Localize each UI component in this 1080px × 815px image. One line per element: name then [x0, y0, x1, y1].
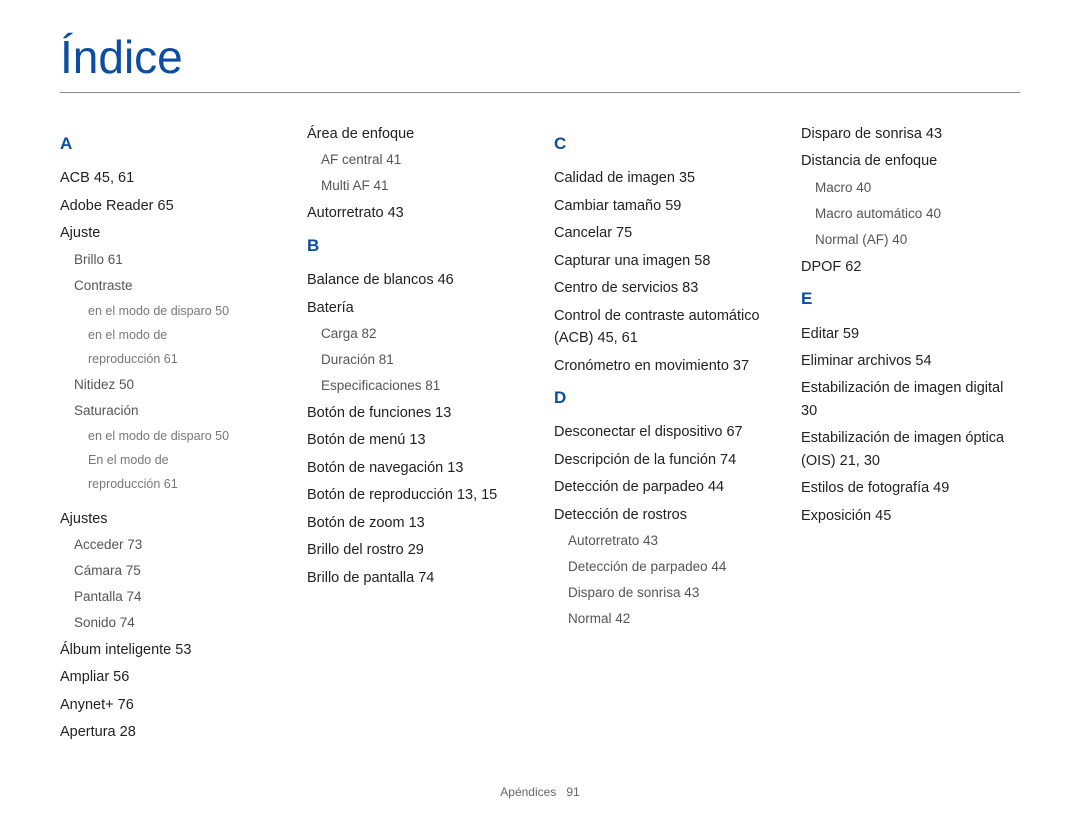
index-subsubentry: reproducción 61 — [88, 475, 279, 494]
index-entry: DPOF 62 — [801, 256, 1020, 278]
index-subsubentry: en el modo de disparo 50 — [88, 427, 279, 446]
index-entry: Estilos de fotografía 49 — [801, 477, 1020, 499]
index-columns: A ACB 45, 61 Adobe Reader 65 Ajuste Brillo 6… — [60, 123, 1020, 749]
page-footer: Apéndices 91 — [0, 785, 1080, 799]
index-subentry: AF central 41 — [321, 150, 526, 171]
index-subentry: Normal 42 — [568, 609, 773, 630]
index-entry: Ajuste — [60, 222, 279, 244]
index-subsubentry: en el modo de disparo 50 — [88, 302, 279, 321]
index-subentry: Acceder 73 — [74, 535, 279, 556]
index-entry: Batería — [307, 297, 526, 319]
footer-page: 91 — [566, 785, 579, 799]
index-entry: Apertura 28 — [60, 721, 279, 743]
section-letter: E — [801, 286, 1020, 312]
index-entry: ACB 45, 61 — [60, 167, 279, 189]
index-subentry: Nitidez 50 — [74, 375, 279, 396]
index-entry: Editar 59 — [801, 323, 1020, 345]
index-subentry: Duración 81 — [321, 350, 526, 371]
index-subentry: Carga 82 — [321, 324, 526, 345]
index-entry: Exposición 45 — [801, 505, 1020, 527]
index-entry: Botón de zoom 13 — [307, 512, 526, 534]
index-entry: Cancelar 75 — [554, 222, 773, 244]
index-col-4: Disparo de sonrisa 43 Distancia de enfoqu… — [801, 123, 1020, 749]
index-entry: Capturar una imagen 58 — [554, 250, 773, 272]
index-entry: Disparo de sonrisa 43 — [801, 123, 1020, 145]
index-entry: Botón de reproducción 13, 15 — [307, 484, 526, 506]
index-entry: Calidad de imagen 35 — [554, 167, 773, 189]
index-entry: Cronómetro en movimiento 37 — [554, 355, 773, 377]
index-subentry: Macro automático 40 — [815, 204, 1020, 225]
index-entry: Anynet+ 76 — [60, 694, 279, 716]
index-entry: Eliminar archivos 54 — [801, 350, 1020, 372]
index-entry: Detección de rostros — [554, 504, 773, 526]
index-subentry: Contraste — [74, 276, 279, 297]
index-col-2: Área de enfoque AF central 41 Multi AF 41 A… — [307, 123, 526, 749]
index-subentry: Disparo de sonrisa 43 — [568, 583, 773, 604]
index-entry: Autorretrato 43 — [307, 202, 526, 224]
section-letter: C — [554, 131, 773, 157]
index-subentry: Multi AF 41 — [321, 176, 526, 197]
section-letter: B — [307, 233, 526, 259]
index-subentry: Pantalla 74 — [74, 587, 279, 608]
index-entry: Brillo de pantalla 74 — [307, 567, 526, 589]
index-subentry: Cámara 75 — [74, 561, 279, 582]
index-entry: Desconectar el dispositivo 67 — [554, 421, 773, 443]
section-letter: D — [554, 385, 773, 411]
index-entry: Ampliar 56 — [60, 666, 279, 688]
index-entry: Cambiar tamaño 59 — [554, 195, 773, 217]
index-entry: Detección de parpadeo 44 — [554, 476, 773, 498]
index-col-1: A ACB 45, 61 Adobe Reader 65 Ajuste Brillo 6… — [60, 123, 279, 749]
index-entry: Control de contraste automático (ACB) 45… — [554, 305, 773, 350]
index-subsubentry: reproducción 61 — [88, 350, 279, 369]
spacer — [60, 500, 279, 508]
index-entry: Botón de menú 13 — [307, 429, 526, 451]
index-entry: Balance de blancos 46 — [307, 269, 526, 291]
title-rule — [60, 92, 1020, 93]
footer-section: Apéndices — [500, 785, 556, 799]
index-subentry: Autorretrato 43 — [568, 531, 773, 552]
section-letter: A — [60, 131, 279, 157]
index-subsubentry: en el modo de — [88, 326, 279, 345]
index-entry: Botón de navegación 13 — [307, 457, 526, 479]
index-entry: Brillo del rostro 29 — [307, 539, 526, 561]
index-entry: Ajustes — [60, 508, 279, 530]
index-entry: Botón de funciones 13 — [307, 402, 526, 424]
index-entry: Área de enfoque — [307, 123, 526, 145]
page-title: Índice — [60, 30, 1020, 84]
index-subentry: Macro 40 — [815, 178, 1020, 199]
index-subsubentry: En el modo de — [88, 451, 279, 470]
index-entry: Álbum inteligente 53 — [60, 639, 279, 661]
index-subentry: Detección de parpadeo 44 — [568, 557, 773, 578]
index-col-3: C Calidad de imagen 35 Cambiar tamaño 59 Ca… — [554, 123, 773, 749]
index-entry: Descripción de la función 74 — [554, 449, 773, 471]
index-entry: Centro de servicios 83 — [554, 277, 773, 299]
index-subentry: Especificaciones 81 — [321, 376, 526, 397]
index-subentry: Saturación — [74, 401, 279, 422]
index-entry: Adobe Reader 65 — [60, 195, 279, 217]
index-subentry: Normal (AF) 40 — [815, 230, 1020, 251]
index-entry: Estabilización de imagen digital 30 — [801, 377, 1020, 422]
index-subentry: Brillo 61 — [74, 250, 279, 271]
index-entry: Estabilización de imagen óptica (OIS) 21… — [801, 427, 1020, 472]
index-page: Índice A ACB 45, 61 Adobe Reader 65 Ajuste B… — [0, 0, 1080, 815]
index-subentry: Sonido 74 — [74, 613, 279, 634]
index-entry: Distancia de enfoque — [801, 150, 1020, 172]
